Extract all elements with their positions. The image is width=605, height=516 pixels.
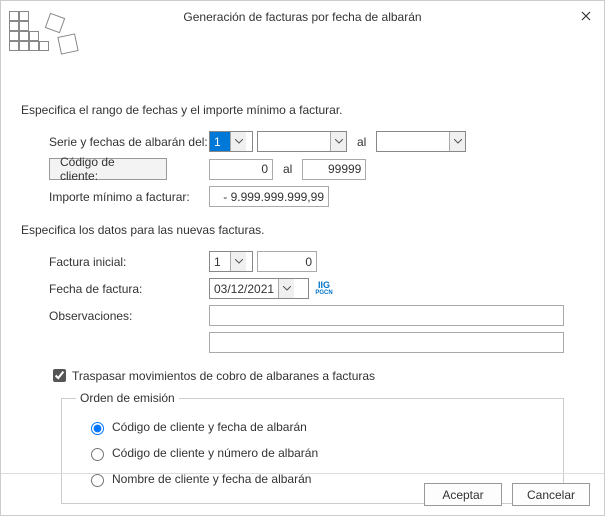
traspasar-checkbox[interactable] [53, 369, 66, 382]
serie-row: Serie y fechas de albarán del: 1 al [49, 131, 584, 152]
close-icon [581, 11, 591, 21]
cod-cliente-button[interactable]: Código de cliente: [49, 158, 167, 180]
cancel-button[interactable]: Cancelar [512, 483, 590, 506]
orden-opt2-radio[interactable] [91, 448, 104, 461]
window-title: Generación de facturas por fecha de alba… [1, 10, 604, 24]
obs2-input[interactable] [209, 332, 564, 353]
traspasar-label: Traspasar movimientos de cobro de albara… [72, 369, 375, 383]
factura-serie-combo[interactable]: 1 [209, 251, 253, 272]
date-from-combo[interactable] [257, 131, 347, 152]
integration-icon[interactable]: IIGPGCN [315, 281, 333, 297]
orden-legend: Orden de emisión [76, 391, 179, 405]
orden-opt2-row: Código de cliente y número de albarán [86, 445, 549, 461]
fecha-row: Fecha de factura: 03/12/2021 IIGPGCN [49, 278, 584, 299]
accept-button[interactable]: Aceptar [424, 483, 502, 506]
chevron-down-icon [230, 252, 246, 271]
fecha-value: 03/12/2021 [210, 279, 278, 298]
fecha-combo[interactable]: 03/12/2021 [209, 278, 309, 299]
obs-label: Observaciones: [49, 309, 209, 323]
factura-serie-value: 1 [210, 252, 230, 271]
close-button[interactable] [574, 5, 598, 27]
cod-cliente-from-input[interactable]: 0 [209, 159, 273, 180]
serie-value: 1 [210, 132, 230, 151]
fecha-label: Fecha de factura: [49, 282, 209, 296]
importe-label: Importe mínimo a facturar: [49, 190, 209, 204]
serie-combo[interactable]: 1 [209, 131, 253, 152]
chevron-down-icon [449, 132, 465, 151]
chevron-down-icon [278, 279, 294, 298]
title-bar: Generación de facturas por fecha de alba… [1, 1, 604, 33]
factura-num-input[interactable]: 0 [257, 251, 317, 272]
chevron-down-icon [230, 132, 246, 151]
orden-opt1-label: Código de cliente y fecha de albarán [112, 420, 307, 434]
factura-inicial-label: Factura inicial: [49, 255, 209, 269]
al-label-2: al [273, 162, 302, 176]
chevron-down-icon [330, 132, 346, 151]
importe-row: Importe mínimo a facturar: - 9.999.999.9… [49, 186, 584, 207]
footer-bar: Aceptar Cancelar [1, 473, 604, 515]
al-label-1: al [347, 135, 376, 149]
obs-row: Observaciones: [49, 305, 564, 326]
importe-input[interactable]: - 9.999.999.999,99 [209, 186, 329, 207]
obs1-input[interactable] [209, 305, 564, 326]
orden-opt2-label: Código de cliente y número de albarán [112, 446, 318, 460]
serie-label: Serie y fechas de albarán del: [49, 135, 209, 149]
section2-header: Especifica los datos para las nuevas fac… [21, 223, 584, 237]
date-to-combo[interactable] [376, 131, 466, 152]
cod-cliente-row: Código de cliente: 0 al 99999 [49, 158, 584, 180]
cod-cliente-to-input[interactable]: 99999 [302, 159, 366, 180]
decorative-graphic [1, 9, 91, 65]
orden-opt1-row: Código de cliente y fecha de albarán [86, 419, 549, 435]
orden-opt1-radio[interactable] [91, 422, 104, 435]
section1-header: Especifica el rango de fechas y el impor… [21, 103, 584, 117]
factura-inicial-row: Factura inicial: 1 0 [49, 251, 584, 272]
traspasar-row: Traspasar movimientos de cobro de albara… [49, 366, 584, 385]
